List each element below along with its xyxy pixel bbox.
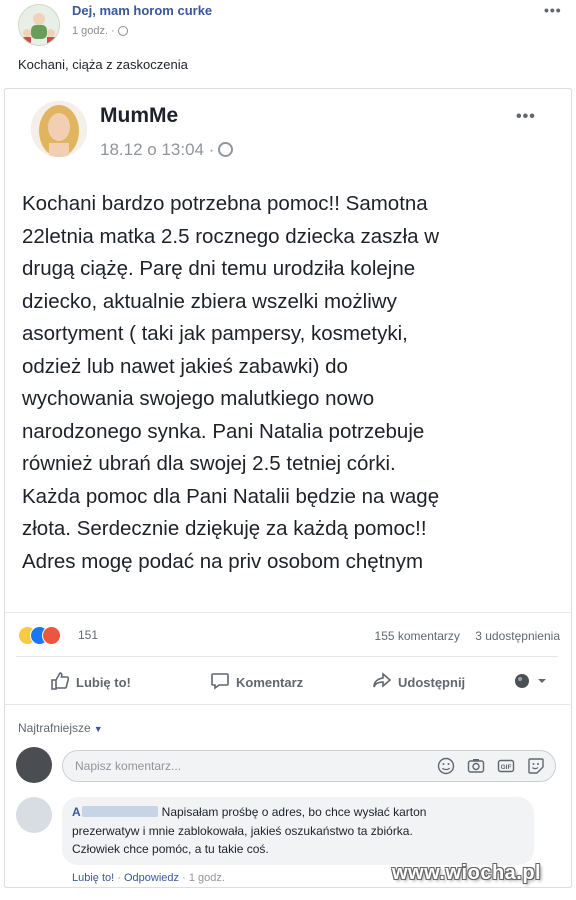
post-line: złota. Serdecznie dziękuję za każdą pomo… xyxy=(22,517,427,540)
comment-bubble: A Napisałam prośbę o adres, bo chce wysła… xyxy=(62,797,534,865)
author-name[interactable]: MumMe xyxy=(100,104,178,128)
post-line: 22letnia matka 2.5 rocznego dziecka zasz… xyxy=(22,224,440,248)
divider xyxy=(4,704,570,705)
post-line: asortyment ( taki jak pampersy, kosmetyk… xyxy=(22,322,408,345)
caret-down-icon: ▼ xyxy=(93,724,103,734)
group-avatar[interactable] xyxy=(18,4,60,46)
separator: · xyxy=(117,872,124,884)
share-label: Udostępnij xyxy=(398,675,466,690)
comment-icon xyxy=(211,673,229,690)
camera-icon[interactable] xyxy=(467,757,485,775)
angry-reaction-icon xyxy=(42,626,61,645)
shares-count[interactable]: 3 udostępnienia xyxy=(475,629,560,643)
like-button[interactable]: Lubię to! xyxy=(50,671,131,691)
post-counts: 155 komentarzy 3 udostępnienia xyxy=(363,629,560,643)
commenter-avatar[interactable] xyxy=(16,797,52,833)
commenter-initial: A xyxy=(72,805,81,819)
sort-label: Najtrafniejsze xyxy=(18,721,91,735)
post-line: Każda pomoc dla Pani Natalii będzie na w… xyxy=(22,484,440,508)
post-actions-bar: Lubię to! Komentarz Udostępnij xyxy=(4,664,570,702)
author-avatar[interactable] xyxy=(31,101,87,157)
comment-time[interactable]: 1 godz. xyxy=(189,872,225,884)
comment-line: Napisałam prośbę o adres, bo chce wysłać… xyxy=(161,805,427,819)
like-icon xyxy=(51,672,70,690)
divider xyxy=(4,612,570,613)
comments-count[interactable]: 155 komentarzy xyxy=(375,629,460,643)
comment-line: Człowiek chce pomóc, a tu takie coś. xyxy=(72,842,269,856)
group-time[interactable]: 1 godz. · xyxy=(72,25,115,37)
post-line: Adres mogę podać na priv osobom chętnym xyxy=(22,549,424,573)
more-icon[interactable]: ••• xyxy=(516,108,536,126)
post-line: również ubrań dla swojej 2.5 tetniej cór… xyxy=(22,452,396,475)
comment-input-tools: GIF xyxy=(425,757,545,775)
post-line: drugą ciążę. Parę dni temu urodziła kole… xyxy=(22,257,416,280)
comment-label: Komentarz xyxy=(236,675,304,690)
svg-text:GIF: GIF xyxy=(501,764,512,771)
post-time[interactable]: 18.12 o 13:04 · xyxy=(100,140,214,159)
post-body: Kochani bardzo potrzebna pomoc!! Samotna… xyxy=(22,188,552,578)
globe-icon xyxy=(218,142,234,157)
audience-icon xyxy=(515,674,546,688)
comment-line: prezerwatyw i mnie zablokowała, jakieś o… xyxy=(72,823,413,838)
like-label: Lubię to! xyxy=(76,675,131,690)
group-avatar-image xyxy=(23,13,55,43)
gif-icon[interactable]: GIF xyxy=(497,757,515,775)
divider xyxy=(16,656,558,657)
post-line: Kochani bardzo potrzebna pomoc!! Samotna xyxy=(22,192,428,215)
comment-sort-dropdown[interactable]: Najtrafniejsze ▼ xyxy=(18,721,103,735)
comment-button[interactable]: Komentarz xyxy=(210,671,303,691)
share-header: Dej, mam horom curke 1 godz. · ••• Kocha… xyxy=(0,0,576,90)
globe-icon xyxy=(117,26,128,36)
comment-text: A Napisałam prośbę o adres, bo chce wysła… xyxy=(72,803,502,859)
comment-reply-link[interactable]: Odpowiedz xyxy=(124,872,179,884)
post-line: dziecko, aktualnie zbiera wszelki możliw… xyxy=(22,289,397,313)
group-name[interactable]: Dej, mam horom curke xyxy=(72,3,212,18)
audience-selector[interactable] xyxy=(514,673,554,689)
post-line: wychowania swojego malutkiego nowo xyxy=(22,387,375,410)
post-timestamp[interactable]: 18.12 o 13:04 · xyxy=(100,140,234,160)
comment-input[interactable]: Napisz komentarz... GIF xyxy=(62,750,556,782)
comment-placeholder: Napisz komentarz... xyxy=(75,759,182,773)
current-user-avatar xyxy=(16,747,52,783)
group-timestamp[interactable]: 1 godz. · xyxy=(72,25,128,37)
redacted-name xyxy=(81,806,158,817)
post-line: narodzonego synka. Pani Natalia potrzebu… xyxy=(22,419,425,443)
commenter-name[interactable]: A xyxy=(72,805,162,819)
separator: · xyxy=(182,872,189,884)
more-icon[interactable]: ••• xyxy=(544,2,562,18)
author-avatar-image xyxy=(31,101,87,157)
comment-actions: Lubię to! · Odpowiedz · 1 godz. xyxy=(72,872,225,884)
comment-like-link[interactable]: Lubię to! xyxy=(72,872,114,884)
share-caption: Kochani, ciąża z zaskoczenia xyxy=(18,57,188,72)
emoji-icon[interactable] xyxy=(437,757,455,775)
share-icon xyxy=(373,672,392,688)
reactions-count[interactable]: 151 xyxy=(78,628,98,642)
site-watermark: www.wiocha.pl xyxy=(392,862,542,884)
post-line: odzież lub nawet jakieś zabawki) do xyxy=(22,354,348,378)
share-button[interactable]: Udostępnij xyxy=(372,671,465,691)
sticker-icon[interactable] xyxy=(527,757,545,775)
